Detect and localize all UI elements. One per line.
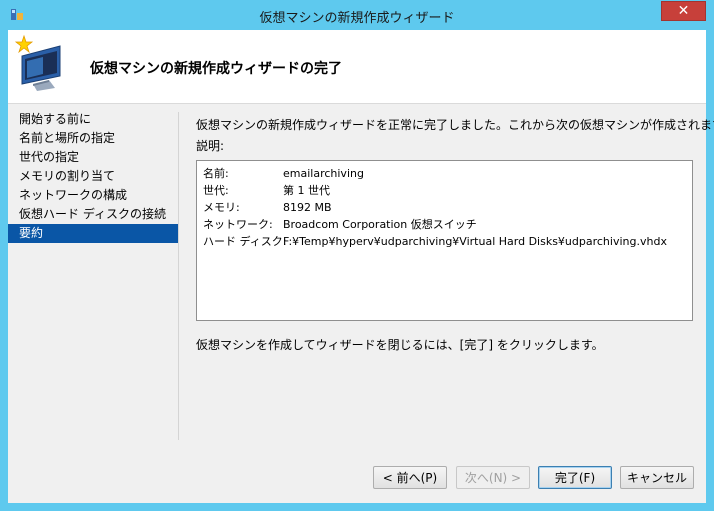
finish-instruction-text: 仮想マシンを作成してウィザードを閉じるには、[完了] をクリックします。 [196,338,604,352]
summary-key: ネットワーク: [203,218,273,231]
new-vm-wizard-icon [14,34,61,91]
summary-key: 世代: [203,184,229,197]
summary-key: メモリ: [203,201,240,214]
summary-value: emailarchiving [283,167,364,180]
summary-key: ハード ディスク: [203,235,287,248]
button-bar: < 前へ(P) 次へ(N) > 完了(F) キャンセル [8,460,706,490]
nav-step-name-and-location[interactable]: 名前と場所の指定 [8,129,178,148]
next-button[interactable]: 次へ(N) > [456,466,530,489]
summary-row: メモリ: 8192 MB [203,199,686,216]
nav-step-generation[interactable]: 世代の指定 [8,148,178,167]
previous-button[interactable]: < 前へ(P) [373,466,447,489]
summary-value: 第 1 世代 [283,184,330,197]
summary-value: 8192 MB [283,201,332,214]
wizard-client-area: 仮想マシンの新規作成ウィザードの完了 開始する前に 名前と場所の指定 世代の指定… [8,30,714,503]
nav-step-summary[interactable]: 要約 [8,224,178,243]
page-heading: 仮想マシンの新規作成ウィザードの完了 [90,61,342,77]
wizard-window: 仮想マシンの新規作成ウィザード ✕ 仮想マシンの新規作成ウィザードの完了 開始す… [0,0,714,511]
completion-intro-text: 仮想マシンの新規作成ウィザードを正常に完了しました。これから次の仮想マシンが作成… [196,118,714,132]
summary-value: Broadcom Corporation 仮想スイッチ [283,218,477,231]
nav-step-networking[interactable]: ネットワークの構成 [8,186,178,205]
nav-step-memory[interactable]: メモリの割り当て [8,167,178,186]
summary-key: 名前: [203,167,229,180]
summary-row: 世代: 第 1 世代 [203,182,686,199]
nav-divider [178,112,179,440]
summary-textbox[interactable]: 名前: emailarchiving 世代: 第 1 世代 メモリ: 8192 … [196,160,693,321]
wizard-step-nav: 開始する前に 名前と場所の指定 世代の指定 メモリの割り当て ネットワークの構成… [8,110,178,243]
summary-row: 名前: emailarchiving [203,165,686,182]
summary-row: ネットワーク: Broadcom Corporation 仮想スイッチ [203,216,686,233]
summary-row: ハード ディスク: F:¥Temp¥hyperv¥udparchiving¥Vi… [203,233,686,250]
wizard-header: 仮想マシンの新規作成ウィザードの完了 [8,30,706,104]
title-bar[interactable]: 仮想マシンの新規作成ウィザード ✕ [0,0,714,30]
summary-value: F:¥Temp¥hyperv¥udparchiving¥Virtual Hard… [283,235,667,248]
close-button[interactable]: ✕ [661,1,706,21]
nav-step-before-you-begin[interactable]: 開始する前に [8,110,178,129]
cancel-button[interactable]: キャンセル [620,466,694,489]
nav-step-virtual-hard-disk[interactable]: 仮想ハード ディスクの接続 [8,205,178,224]
description-label: 説明: [196,139,225,153]
finish-button[interactable]: 完了(F) [538,466,612,489]
window-title: 仮想マシンの新規作成ウィザード [259,11,455,26]
